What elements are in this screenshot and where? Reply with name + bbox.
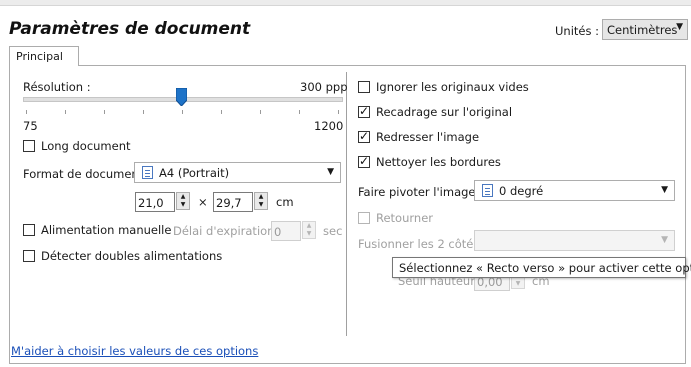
slider-tick [182,110,183,114]
height-input[interactable]: 29,7 [213,192,253,212]
page-title: Paramètres de document [9,19,251,39]
flip-label: Retourner [376,211,434,225]
slider-tick [260,110,261,114]
format-label: Format de document : [23,167,151,181]
long-document-label: Long document [41,139,131,153]
rotate-dropdown[interactable]: 0 degré ▼ [474,180,675,201]
document-icon [142,166,153,179]
chevron-down-icon: ▼ [661,235,668,245]
merge-sides-label: Fusionner les 2 côtés : [358,237,487,251]
resolution-slider-thumb[interactable] [176,88,187,106]
slider-tick [299,110,300,114]
slider-tick [26,110,27,114]
window-top-edge [0,0,691,6]
clean-borders-checkbox[interactable] [358,154,370,168]
units-label: Unités : [555,24,600,38]
straighten-checkbox[interactable] [358,129,370,143]
dimension-unit: cm [276,195,294,209]
timeout-stepper[interactable]: ▲ ▼ [302,221,316,239]
slider-tick [65,110,66,114]
slider-tick [104,110,105,114]
flip-checkbox[interactable] [358,212,370,224]
clean-borders-label: Nettoyer les bordures [376,155,501,169]
crop-original-checkbox[interactable] [358,104,370,118]
double-feed-label: Détecter doubles alimentations [41,249,223,263]
units-dropdown[interactable]: Centimètres ▼ [602,19,688,40]
double-feed-checkbox[interactable] [23,250,35,262]
timeout-label: Délai d'expiration : [173,224,282,238]
tab-panel [9,65,686,364]
rotate-label: Faire pivoter l'image : [358,185,484,199]
units-dropdown-value: Centimètres [607,23,678,37]
long-document-checkbox[interactable] [23,140,35,152]
merge-sides-dropdown[interactable]: ▼ [474,230,675,251]
width-input[interactable]: 21,0 [135,192,175,212]
format-dropdown-value: A4 (Portrait) [159,166,230,180]
times-sign: × [198,195,208,209]
manual-feed-label: Alimentation manuelle [41,223,172,237]
ignore-blank-label: Ignorer les originaux vides [376,80,529,94]
timeout-unit: sec [323,224,343,238]
tooltip: Sélectionnez « Recto verso » pour active… [392,257,691,278]
help-link[interactable]: M'aider à choisir les valeurs de ces opt… [11,344,258,358]
resolution-value: 300 ppp [300,80,348,94]
straighten-label: Redresser l'image [376,130,480,144]
manual-feed-checkbox[interactable] [23,224,35,236]
slider-tick [221,110,222,114]
resolution-label: Résolution : [23,80,91,94]
height-stepper[interactable]: ▲ ▼ [254,192,268,210]
chevron-down-icon: ▼ [661,185,668,195]
timeout-input[interactable]: 0 [271,221,301,241]
chevron-down-icon: ▼ [676,22,683,32]
width-stepper[interactable]: ▲ ▼ [176,192,190,210]
slider-tick [338,110,339,114]
resolution-min-label: 75 [23,119,38,133]
tab-principal[interactable]: Principal [9,46,79,66]
format-dropdown[interactable]: A4 (Portrait) ▼ [134,162,341,183]
rotate-dropdown-value: 0 degré [499,184,544,198]
crop-original-label: Recadrage sur l'original [376,105,513,119]
slider-tick [143,110,144,114]
document-icon [482,184,493,197]
column-divider [346,72,347,336]
ignore-blank-checkbox[interactable] [358,81,370,93]
chevron-down-icon: ▼ [327,167,334,177]
resolution-max-label: 1200 [314,119,344,133]
